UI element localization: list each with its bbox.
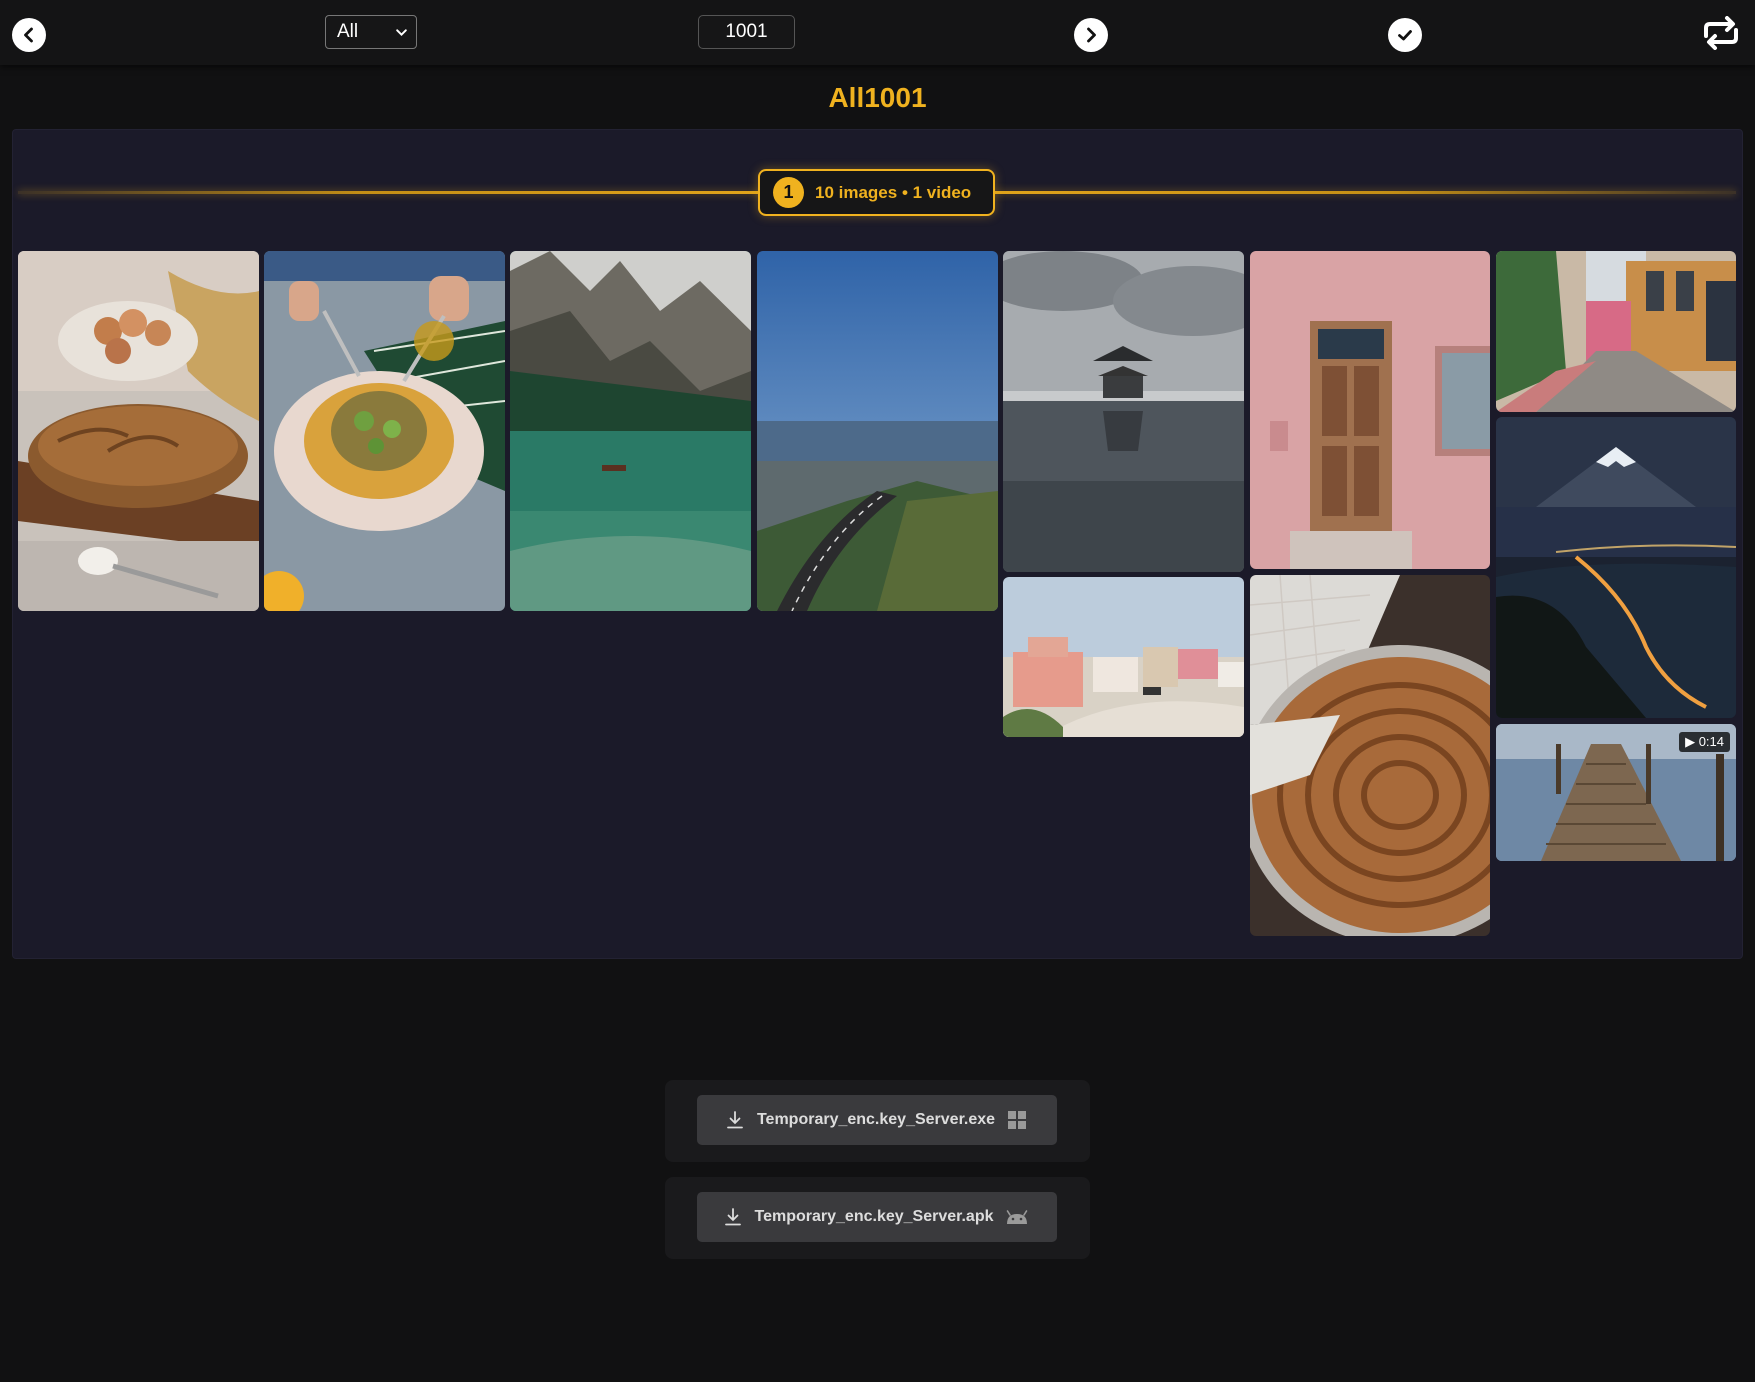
download-card-exe: Temporary_enc.key_Server.exe	[665, 1080, 1090, 1162]
chevron-right-icon	[1087, 27, 1096, 43]
gallery-image-pink-houses[interactable]	[1003, 577, 1244, 737]
check-icon	[1398, 30, 1412, 41]
chevron-down-icon	[396, 29, 407, 37]
gallery-image-coastal-road[interactable]	[757, 251, 998, 611]
gallery-image-mount-fuji[interactable]	[1496, 417, 1736, 718]
gallery-image-bread[interactable]	[18, 251, 259, 611]
previous-button[interactable]	[12, 18, 46, 52]
group-summary: 10 images • 1 video	[815, 182, 972, 202]
gallery-image-pastry[interactable]	[1250, 575, 1490, 936]
gallery-image-mountain-lake[interactable]	[510, 251, 751, 611]
download-icon	[724, 1208, 741, 1226]
windows-icon	[1008, 1111, 1027, 1129]
chevron-left-icon	[24, 27, 33, 43]
download-card-apk: Temporary_enc.key_Server.apk	[665, 1177, 1090, 1259]
video-duration-badge: ▶ 0:14	[1679, 732, 1730, 752]
android-icon	[1007, 1210, 1028, 1224]
number-input[interactable]: 1001	[698, 15, 795, 49]
download-exe-button[interactable]: Temporary_enc.key_Server.exe	[697, 1095, 1057, 1145]
group-index: 1	[773, 177, 804, 208]
download-apk-label: Temporary_enc.key_Server.apk	[754, 1208, 994, 1225]
download-icon	[727, 1111, 743, 1129]
repeat-icon[interactable]	[1700, 16, 1742, 50]
download-apk-button[interactable]: Temporary_enc.key_Server.apk	[697, 1192, 1057, 1242]
gallery-image-pagoda[interactable]	[1003, 251, 1244, 572]
confirm-button[interactable]	[1388, 18, 1422, 52]
gallery-video-pier[interactable]: ▶ 0:14	[1496, 724, 1736, 861]
gallery-image-artichoke[interactable]	[264, 251, 505, 611]
group-badge: 1 10 images • 1 video	[758, 169, 995, 216]
gallery-image-street[interactable]	[1496, 251, 1736, 412]
filter-select[interactable]: All	[325, 15, 417, 49]
page-title: All1001	[828, 82, 927, 113]
filter-select-value: All	[337, 21, 359, 42]
top-toolbar: All 1001	[0, 0, 1755, 65]
gallery-image-pink-door[interactable]	[1250, 251, 1490, 569]
next-button[interactable]	[1074, 18, 1108, 52]
download-exe-label: Temporary_enc.key_Server.exe	[756, 1111, 996, 1128]
